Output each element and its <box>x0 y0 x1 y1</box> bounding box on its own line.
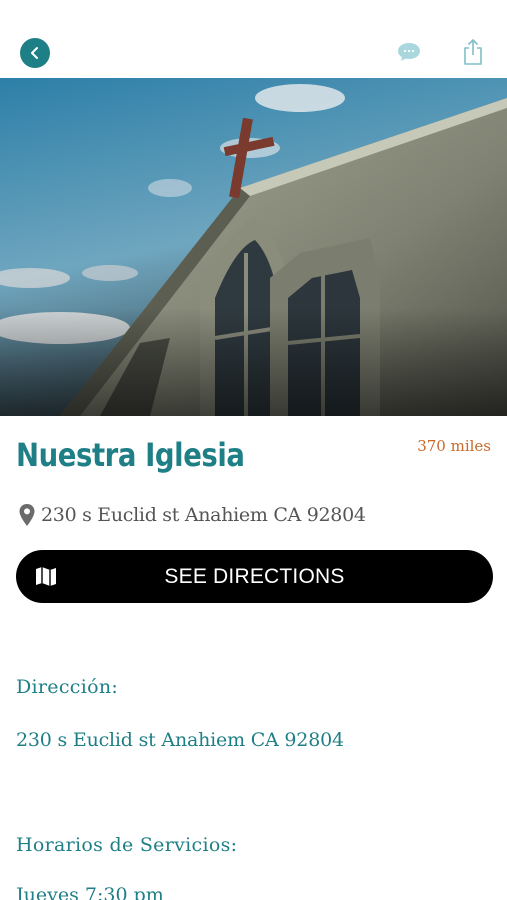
back-button[interactable] <box>20 38 50 68</box>
church-name: Nuestra Iglesia <box>16 436 245 474</box>
address-detail[interactable]: 230 s Euclid st Anahiem CA 92804 <box>16 729 344 751</box>
chat-button[interactable] <box>396 40 422 64</box>
distance-label: 370 miles <box>417 437 491 455</box>
see-directions-button[interactable]: SEE DIRECTIONS <box>16 550 493 603</box>
church-hero-image <box>0 78 507 416</box>
schedule-first-line: Jueves 7:30 pm <box>16 884 164 900</box>
chat-bubble-icon <box>398 43 420 61</box>
schedule-heading: Horarios de Servicios: <box>16 834 238 856</box>
share-icon <box>464 39 482 65</box>
see-directions-label: SEE DIRECTIONS <box>164 564 345 588</box>
address-heading: Dirección: <box>16 676 119 698</box>
map-icon <box>36 567 56 586</box>
top-bar <box>0 0 507 78</box>
chevron-left-icon <box>31 47 38 59</box>
address-row[interactable]: 230 s Euclid st Anahiem CA 92804 <box>18 503 366 527</box>
location-pin-icon <box>19 504 35 526</box>
share-button[interactable] <box>461 38 485 66</box>
address-text: 230 s Euclid st Anahiem CA 92804 <box>41 504 366 526</box>
